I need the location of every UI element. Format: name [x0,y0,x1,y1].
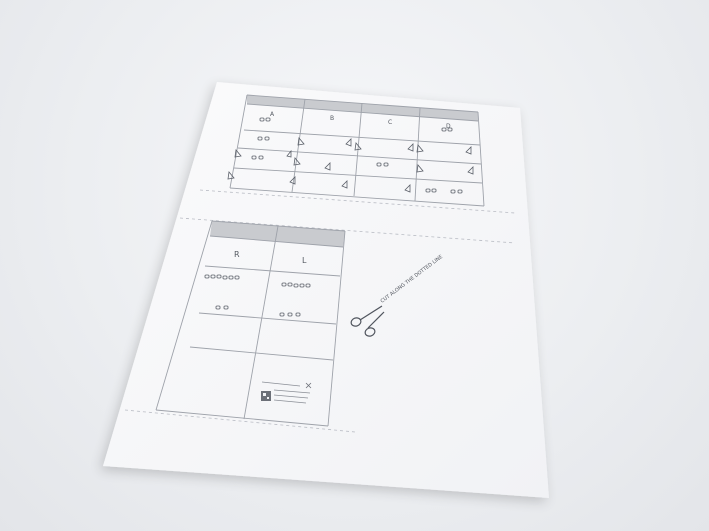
header-c: C [388,119,392,126]
photo-scene: A B C D R L CUT ALONG THE DOTTED LINE [103,82,549,498]
header-r: R [234,250,240,259]
header-b: B [330,115,334,122]
header-d: D [446,123,451,130]
paper-sheet [103,82,549,498]
header-l: L [302,256,307,265]
